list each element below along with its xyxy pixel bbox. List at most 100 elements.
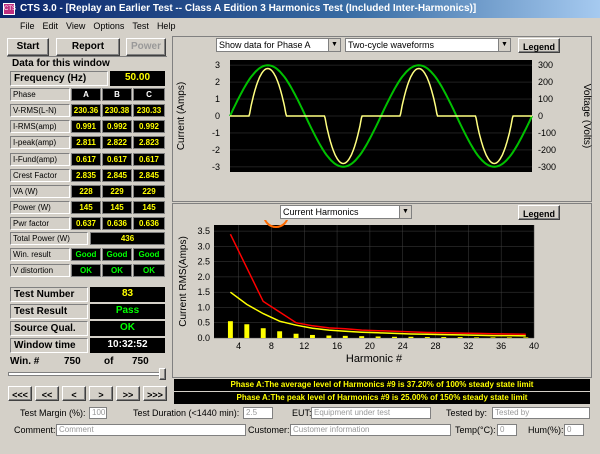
start-button[interactable]: Start: [7, 38, 49, 56]
y-tick-label: 2.0: [197, 272, 210, 282]
row-value: 0.617: [102, 152, 132, 166]
phase-label: Phase: [10, 88, 70, 101]
y-tick-label: 3.0: [197, 241, 210, 251]
humidity-label: Hum(%):: [528, 425, 564, 435]
status-line-peak: Phase A:The peak level of Harmonics #9 i…: [174, 392, 590, 404]
x-tick-label: 32: [463, 341, 473, 351]
harmonic-bar: [506, 337, 512, 338]
nav-last-button[interactable]: >>>: [143, 386, 167, 401]
humidity-input[interactable]: 0: [564, 424, 584, 436]
harmonic-bar: [375, 336, 381, 338]
status-line-average: Phase A:The average level of Harmonics #…: [174, 379, 590, 391]
nav-first-button[interactable]: <<<: [8, 386, 32, 401]
y-tick-label: -1: [212, 128, 220, 138]
customer-label: Customer:: [248, 425, 290, 435]
window-time-value: 10:32:52: [90, 338, 165, 353]
nav-fast-forward-button[interactable]: >>: [116, 386, 140, 401]
row-value: 2.823: [133, 136, 165, 150]
row-value: 229: [102, 185, 132, 198]
row-value: 230.38: [102, 104, 132, 117]
nav-back-button[interactable]: <: [62, 386, 86, 401]
nav-forward-button[interactable]: >: [89, 386, 113, 401]
eut-input[interactable]: Equipment under test: [311, 407, 431, 419]
y-tick-label: 0: [215, 111, 220, 121]
harmonic-bar: [490, 337, 496, 338]
y-tick-label: 2.5: [197, 257, 210, 267]
menu-file[interactable]: File: [20, 21, 35, 31]
row-value: 0.992: [133, 120, 165, 134]
v-distortion-value: OK: [71, 264, 101, 277]
customer-input[interactable]: Customer information: [290, 424, 451, 436]
win-result-label: Win. result: [10, 248, 70, 261]
source-qual-label: Source Qual.: [10, 321, 88, 336]
harmonic-bar: [244, 324, 250, 338]
x-tick-label: 20: [365, 341, 375, 351]
row-value: 2.811: [71, 136, 101, 150]
temperature-input[interactable]: 0: [497, 424, 517, 436]
view-select[interactable]: Two-cycle waveforms ▼: [345, 38, 511, 52]
harmonics-select[interactable]: Current Harmonics ▼: [280, 205, 412, 219]
v-distortion-label: V distortion: [10, 264, 70, 277]
menu-options[interactable]: Options: [93, 21, 124, 31]
menu-edit[interactable]: Edit: [43, 21, 59, 31]
phase-select[interactable]: Show data for Phase A ▼: [216, 38, 341, 52]
report-button[interactable]: Report: [56, 38, 120, 56]
row-value: 0.617: [71, 152, 101, 166]
win-result-value: Good: [71, 248, 101, 261]
row-label: I-RMS(amp): [10, 120, 70, 134]
row-value: 145: [133, 201, 165, 215]
harmonic-bar: [227, 321, 233, 338]
row-label: Pwr factor: [10, 217, 70, 231]
y-tick-label: 2: [215, 77, 220, 87]
harmonics-chart: 3.5 3.0 2.5 2.0 1.5 1.0 0.5 0.0 4 8 12 16 20 24 28 32 36…: [178, 220, 539, 365]
window-time-label: Window time: [10, 338, 88, 353]
phase-header-c: C: [133, 88, 165, 101]
top-legend-button[interactable]: Legend: [518, 38, 560, 53]
row-label: I-peak(amp): [10, 136, 70, 150]
menu-bar: File Edit View Options Test Help: [0, 18, 600, 34]
v-distortion-value: OK: [133, 264, 165, 277]
x-tick-label: 40: [529, 341, 539, 351]
row-label: Power (W): [10, 201, 70, 215]
harmonic-bar: [310, 334, 315, 338]
app-icon: CTS: [3, 3, 16, 15]
harmonic-bar: [408, 336, 414, 338]
tested-by-input[interactable]: Tested by: [492, 407, 590, 419]
x-tick-label: 24: [398, 341, 408, 351]
row-value: 230.36: [71, 104, 101, 117]
window-slider-track[interactable]: [8, 372, 166, 376]
phase-header-b: B: [102, 88, 132, 101]
y2-tick-label: -300: [538, 162, 556, 172]
win-of-label: of: [104, 356, 114, 367]
harmonic-bar: [277, 331, 283, 338]
harmonics-plot-area: [214, 225, 534, 338]
test-number-label: Test Number: [10, 287, 88, 302]
row-value: 0.617: [133, 152, 165, 166]
x-axis-label: Harmonic #: [346, 353, 403, 365]
comment-input[interactable]: Comment: [56, 424, 246, 436]
nav-fast-back-button[interactable]: <<: [35, 386, 59, 401]
waveform-chart: 3 2 1 0 -1 -2 -3 300 200 100 0 -100 -200 -300 Current …: [176, 60, 592, 172]
row-value: 0.991: [71, 120, 101, 134]
harmonic-bar: [392, 336, 397, 338]
menu-help[interactable]: Help: [157, 21, 176, 31]
window-slider-thumb[interactable]: [159, 368, 166, 380]
harmonic-bar: [359, 336, 365, 338]
y2-tick-label: -100: [538, 128, 556, 138]
y-tick-label: 1.0: [197, 302, 210, 312]
harmonic-bar: [326, 335, 332, 338]
bottom-legend-button[interactable]: Legend: [518, 205, 560, 220]
test-duration-input[interactable]: 2.5: [243, 407, 273, 419]
x-tick-label: 4: [236, 341, 241, 351]
menu-view[interactable]: View: [66, 21, 85, 31]
win-number-label: Win. #: [10, 356, 40, 367]
menu-test[interactable]: Test: [132, 21, 149, 31]
power-button[interactable]: Power: [126, 38, 166, 56]
v-distortion-value: OK: [102, 264, 132, 277]
y2-tick-label: 300: [538, 60, 553, 70]
row-label: Crest Factor: [10, 168, 70, 182]
win-number-value: 750: [64, 356, 81, 367]
test-margin-input[interactable]: 100: [89, 407, 107, 419]
y-tick-label: 3: [215, 60, 220, 70]
harmonic-bar: [293, 333, 299, 338]
